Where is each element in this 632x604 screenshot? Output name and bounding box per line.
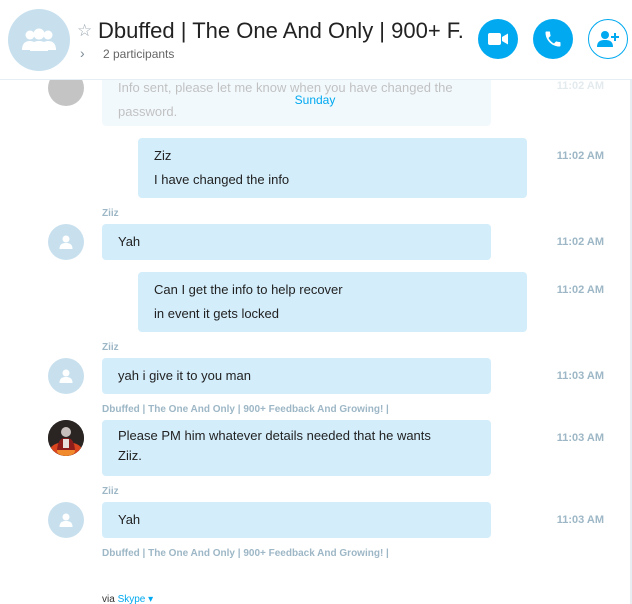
video-call-button[interactable]: [478, 19, 518, 59]
video-camera-icon: [488, 33, 508, 45]
message-bubble: Can I get the info to help recover in ev…: [138, 272, 527, 332]
message-bubble: Please PM him whatever details needed th…: [102, 420, 491, 476]
message-text: Yah: [118, 512, 141, 527]
message-time: 11:02 AM: [556, 150, 604, 162]
caret-down-icon[interactable]: ▾: [148, 594, 153, 604]
message-time: 11:03 AM: [556, 432, 604, 444]
message-list[interactable]: Sunday Info sent, please let me know whe…: [0, 80, 630, 560]
sender-name: Ziiz: [102, 486, 119, 497]
message-time: 11:02 AM: [556, 236, 604, 248]
message-text: Ziiz.: [118, 448, 142, 463]
avatar[interactable]: [48, 358, 84, 394]
via-label: via: [102, 594, 115, 604]
group-icon: [22, 28, 56, 51]
message-text: Please PM him whatever details needed th…: [118, 428, 431, 443]
message-text: I have changed the info: [154, 172, 290, 187]
sender-name: Dbuffed | The One And Only | 900+ Feedba…: [102, 548, 389, 559]
participants-count[interactable]: 2 participants: [103, 46, 174, 62]
message-time: 11:02 AM: [556, 80, 604, 92]
via-footer: via Skype ▾: [102, 593, 153, 604]
message-time: 11:03 AM: [556, 514, 604, 526]
profile-photo: [48, 420, 84, 456]
message-text: Ziz: [154, 148, 172, 163]
avatar: [48, 80, 84, 106]
phone-icon: [545, 31, 561, 47]
skype-link[interactable]: Skype: [118, 594, 146, 604]
avatar[interactable]: [48, 420, 84, 456]
sender-name: Ziiz: [102, 342, 119, 353]
person-icon: [59, 369, 73, 383]
message-text: yah i give it to you man: [118, 368, 251, 383]
message-text: Can I get the info to help recover: [154, 282, 343, 297]
person-icon: [59, 235, 73, 249]
message-text: Yah: [118, 234, 141, 249]
conversation-title[interactable]: Dbuffed | The One And Only | 900+ F...: [98, 17, 462, 45]
group-avatar[interactable]: [8, 9, 70, 71]
person-icon: [59, 513, 73, 527]
message-bubble: Ziz I have changed the info: [138, 138, 527, 198]
avatar[interactable]: [48, 224, 84, 260]
sender-name: Dbuffed | The One And Only | 900+ Feedba…: [102, 404, 389, 415]
message-bubble: Yah: [102, 502, 491, 538]
message-time: 11:03 AM: [556, 370, 604, 382]
add-person-icon: [597, 31, 619, 47]
message-time: 11:02 AM: [556, 284, 604, 296]
sender-name: Ziiz: [102, 208, 119, 219]
message-bubble: Yah: [102, 224, 491, 260]
star-outline-icon[interactable]: ☆: [77, 22, 92, 39]
message-bubble: yah i give it to you man: [102, 358, 491, 394]
avatar[interactable]: [48, 502, 84, 538]
message-text: in event it gets locked: [154, 306, 280, 321]
conversation-header: ☆ Dbuffed | The One And Only | 900+ F...…: [0, 0, 632, 80]
chevron-right-icon[interactable]: ›: [80, 44, 85, 62]
audio-call-button[interactable]: [533, 19, 573, 59]
day-separator: Sunday: [294, 93, 336, 107]
add-people-button[interactable]: [588, 19, 628, 59]
